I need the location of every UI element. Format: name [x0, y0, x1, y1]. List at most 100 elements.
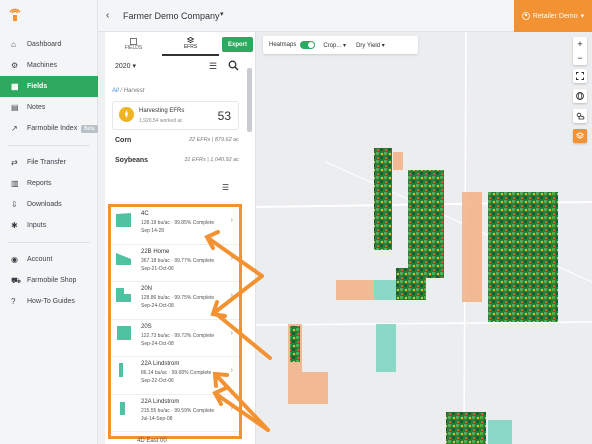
chevron-right-icon: ›: [230, 254, 233, 262]
breadcrumb-all[interactable]: All: [112, 88, 119, 94]
field-list-item[interactable]: 22A Lindstrom 215.55 bu/ac · 99.59% Compl…: [111, 395, 239, 432]
field-list-item[interactable]: 22A Lindstrom 86.14 bu/ac · 99.68% Comple…: [111, 357, 239, 395]
crop-stats: 22 EFRs | 879.62 ac: [188, 137, 239, 143]
chevron-right-icon: ›: [230, 367, 233, 374]
field-shape-icon: [116, 213, 131, 227]
sidebar-item-account[interactable]: ◉ Account: [0, 249, 98, 270]
field-list-item[interactable]: 20S 122.73 bu/ac · 99.72% Complete Sep-24-…: [111, 320, 239, 357]
zoom-in-button[interactable]: +: [573, 37, 587, 51]
layers-icon: [187, 36, 194, 43]
sidebar-item-downloads[interactable]: ⇩ Downloads: [0, 194, 98, 215]
tab-efrs[interactable]: EFRS: [162, 32, 219, 56]
map-view[interactable]: Heatmaps Crop... ▾ Dry Yield ▾ + −: [256, 32, 592, 444]
weather-button[interactable]: [573, 109, 587, 123]
transfer-icon: ⇄: [11, 157, 18, 167]
field-dates: Sep-24-Oct-08: [141, 303, 174, 309]
field-list: 4C 128.19 bu/ac · 99.85% Complete Sep 14-2…: [108, 204, 242, 439]
sidebar-item-label: Downloads: [27, 201, 62, 208]
field-stats: 367.18 bu/ac · 99.77% Complete: [141, 257, 215, 264]
crop-name: Corn: [115, 137, 132, 144]
layers-button[interactable]: [573, 129, 587, 143]
heatmaps-toggle[interactable]: [300, 41, 316, 49]
field-shape-icon: [120, 401, 125, 415]
globe-icon: [576, 92, 584, 100]
farmobile-logo-icon[interactable]: [8, 6, 22, 22]
sort-icon[interactable]: ☰: [222, 183, 229, 192]
crop-row-corn[interactable]: Corn 22 EFRs | 879.62 ac: [115, 137, 239, 144]
map-canvas: [256, 32, 592, 444]
tab-efrs-label: EFRS: [183, 43, 198, 50]
chevron-right-icon: ›: [230, 404, 233, 412]
sidebar-item-notes[interactable]: ▤ Notes: [0, 97, 98, 118]
sidebar: ⌂ Dashboard ⚙ Machines ▦ Fields ▤ Notes ↗ Farmobi…: [0, 0, 98, 444]
harvest-title: Harvesting EFRs: [139, 108, 185, 114]
heatmap-controls: Heatmaps Crop... ▾ Dry Yield ▾: [263, 36, 418, 54]
company-selector[interactable]: Farmer Demo Company: [123, 11, 220, 21]
sidebar-item-fields[interactable]: ▦ Fields: [0, 76, 98, 97]
field-shape-icon: [116, 252, 131, 265]
help-icon: ?: [11, 296, 16, 306]
cart-icon: ⛟: [11, 275, 22, 285]
year-selector[interactable]: 2020 ▾: [115, 62, 136, 70]
field-name: 22B Home: [141, 248, 170, 255]
sidebar-item-reports[interactable]: ▥ Reports: [0, 173, 98, 194]
globe-button[interactable]: [573, 89, 587, 103]
tab-fields-label: FIELDS: [124, 44, 143, 51]
retailer-menu[interactable]: Retailer Demo ▾: [514, 0, 592, 32]
panel-scrollbar[interactable]: [247, 68, 252, 132]
sidebar-item-farmobile-index[interactable]: ↗ Farmobile Index Beta: [0, 118, 98, 139]
sidebar-item-how-to-guides[interactable]: ? How-To Guides: [0, 291, 98, 312]
fullscreen-icon: [576, 72, 584, 80]
top-bar: ‹ Farmer Demo Company ▾ Retailer Demo ▾: [98, 0, 592, 32]
retailer-label: Retailer Demo: [532, 12, 578, 20]
nav-divider: [8, 242, 90, 243]
harvest-count: 53: [217, 109, 231, 123]
grid-icon: ▦: [11, 81, 19, 91]
chevron-right-icon: ›: [230, 217, 233, 224]
sidebar-item-file-transfer[interactable]: ⇄ File Transfer: [0, 152, 98, 173]
user-icon: [521, 12, 530, 20]
beta-badge: Beta: [81, 124, 98, 133]
sidebar-item-machines[interactable]: ⚙ Machines: [0, 55, 98, 76]
crop-dropdown[interactable]: Crop... ▾: [323, 42, 346, 49]
partial-list-item[interactable]: 4D East 00: [137, 438, 167, 444]
heatmaps-label: Heatmaps: [269, 42, 297, 48]
field-name: 22A Lindstrom: [141, 398, 180, 405]
sidebar-item-label: Farmobile Index: [27, 125, 78, 132]
zoom-out-button[interactable]: −: [573, 51, 587, 65]
zoom-controls: + −: [573, 37, 587, 65]
fullscreen-button[interactable]: [573, 69, 587, 83]
fields-icon: [130, 37, 137, 45]
field-name: 20S: [141, 323, 152, 330]
crop-dropdown-value: Crop...: [323, 42, 342, 49]
sidebar-item-inputs[interactable]: ✱ Inputs: [0, 215, 98, 236]
field-stats: 128.19 bu/ac · 99.85% Complete: [141, 220, 215, 226]
field-stats: 122.73 bu/ac · 99.72% Complete: [141, 332, 215, 339]
back-chevron-icon[interactable]: ‹: [106, 10, 109, 21]
filter-icon[interactable]: ☰: [209, 61, 217, 72]
sidebar-item-farmobile-shop[interactable]: ⛟ Farmobile Shop: [0, 270, 98, 291]
efrs-panel: FIELDS EFRS Export 2020 ▾ ☰ All / Harves…: [105, 32, 256, 444]
harvesting-efrs-card[interactable]: Harvesting EFRs 1,920.54 worked ac 53: [112, 101, 239, 130]
reports-icon: ▥: [11, 178, 19, 188]
field-dates: Sep-21-Oct-06: [141, 265, 174, 272]
sidebar-item-label: Dashboard: [27, 41, 62, 48]
sidebar-item-label: Account: [27, 256, 53, 263]
caret-down-icon[interactable]: ▾: [220, 10, 224, 18]
tab-fields[interactable]: FIELDS: [105, 32, 162, 56]
field-shape-icon: [119, 363, 123, 377]
layer-dropdown-value: Dry Yield: [356, 42, 381, 49]
field-name: 4C: [141, 211, 149, 217]
sidebar-item-dashboard[interactable]: ⌂ Dashboard: [0, 34, 98, 55]
crop-row-soybeans[interactable]: Soybeans 31 EFRs | 1,040.92 ac: [115, 157, 239, 164]
sidebar-item-label: Notes: [27, 104, 46, 111]
field-list-item[interactable]: 20N 128.86 bu/ac · 99.75% Complete Sep-24-…: [111, 282, 239, 320]
field-stats: 128.86 bu/ac · 99.75% Complete: [141, 295, 215, 301]
layer-dropdown[interactable]: Dry Yield ▾: [356, 42, 385, 49]
field-list-item[interactable]: 22B Home 367.18 bu/ac · 99.77% Complete Se…: [111, 245, 239, 282]
field-dates: Jul-14-Sep-08: [141, 415, 173, 422]
sidebar-item-label: Fields: [27, 83, 48, 90]
field-list-item[interactable]: 4C 128.19 bu/ac · 99.85% Complete Sep 14-2…: [111, 207, 239, 245]
search-icon[interactable]: [228, 60, 239, 71]
export-button[interactable]: Export: [222, 37, 253, 52]
